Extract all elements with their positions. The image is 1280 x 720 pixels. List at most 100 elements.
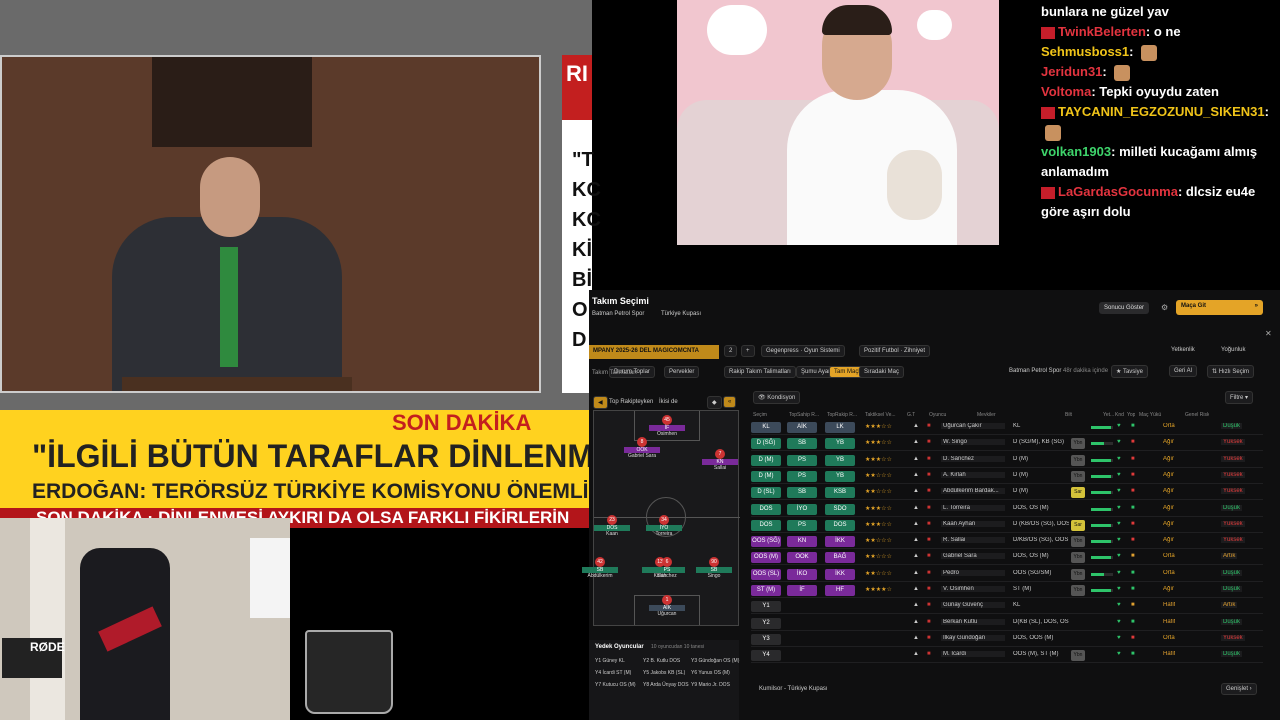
table-row[interactable]: D (SL) SB KSB ★★☆☆☆ ▲ ■ Abdülkerim Bardak... D …	[751, 485, 1263, 501]
pitch-player[interactable]: 23 DOS Kaan	[594, 515, 630, 537]
position-box[interactable]: ST (M)	[751, 585, 781, 596]
player-name[interactable]: V. Osimhen	[941, 586, 1005, 592]
pressing-select[interactable]: Gegenpress · Oyun Sistemi	[761, 345, 845, 357]
role-box[interactable]: YB	[825, 438, 855, 450]
role-box[interactable]: SDO	[825, 503, 855, 515]
column-header[interactable]: G.T	[907, 412, 915, 418]
position-box[interactable]: OOS (SĞ)	[751, 536, 781, 548]
gear-icon[interactable]: ⚙	[1161, 303, 1168, 312]
position-box[interactable]: KL	[751, 422, 781, 433]
table-row[interactable]: ST (M) İF HF ★★★★☆ ▲ ■ V. Osimhen ST (M) Ybn ♥ ■ Ağ…	[751, 583, 1263, 598]
chat-username[interactable]: TwinkBelerten	[1058, 24, 1146, 39]
player-name[interactable]: Gabriel Sara	[941, 553, 1005, 560]
player-name[interactable]: R. Sallai	[941, 537, 1005, 544]
subtab[interactable]: Pervekler	[664, 366, 700, 378]
add-tactic-icon[interactable]: +	[741, 345, 755, 357]
expand-button[interactable]: Genişlet ›	[1221, 683, 1257, 695]
bench-player[interactable]: Y2 B. Kutlu DOS	[643, 658, 680, 664]
bench-player[interactable]: Y9 Mario Jr. DOS	[691, 682, 730, 688]
column-header[interactable]: Mevkiler	[977, 412, 996, 418]
column-header[interactable]: Yet...	[1103, 412, 1114, 418]
role-box[interactable]: SB	[787, 487, 817, 499]
position-box[interactable]: D (M)	[751, 454, 781, 466]
column-header[interactable]: Seçim	[753, 412, 767, 418]
table-row[interactable]: D (M) PS YB ★★☆☆☆ ▲ ■ A. Kirlah D (M) Ybn ♥ ■ Ağır Y…	[751, 469, 1263, 484]
tactic-select[interactable]: MPANY 2025-26 DEL MAGICOMCNTA	[589, 345, 719, 359]
pitch-tab-1[interactable]: Top Rakipteyken	[609, 399, 653, 405]
player-name[interactable]: M. İcardi	[941, 651, 1005, 658]
role-box[interactable]: DOS	[825, 519, 855, 531]
table-row[interactable]: OOS (M) OOK BAĞ ★★☆☆☆ ▲ ■ Gabriel Sara DOS, OS …	[751, 550, 1263, 566]
chat-username[interactable]: TAYCANIN_EGZOZUNU_SIKEN31	[1058, 104, 1265, 119]
player-name[interactable]: D. Sánchez	[941, 455, 1005, 462]
bench-player[interactable]: Y8 Arda Ünyay DOS	[643, 682, 689, 688]
bench-player[interactable]: Y4 İcardi ST (M)	[595, 670, 631, 676]
table-row[interactable]: DOS İYO SDO ★★★☆☆ ▲ ■ L. Torreira DOS, OS (M) ♥ ■…	[751, 502, 1263, 517]
pitch-player[interactable]: 6 PS Sánchez	[649, 557, 685, 579]
bench-player[interactable]: Y3 Gündoğan OS (M)	[691, 658, 739, 664]
role-box[interactable]: SB	[787, 438, 817, 450]
pitch-player[interactable]: 8 OOK Gabriel Sara	[624, 437, 660, 459]
column-header[interactable]: Taktiksel Ve...	[865, 412, 896, 418]
bench-player[interactable]: Y5 Jakobs KB (SL)	[643, 670, 685, 676]
position-box[interactable]: OOS (M)	[751, 552, 781, 564]
player-name[interactable]: Berkan Kutlu	[941, 618, 1005, 625]
role-box[interactable]: İKK	[825, 536, 855, 548]
role-box[interactable]: KSB	[825, 487, 855, 499]
view-select[interactable]: 👁 Kondisyon	[753, 391, 801, 404]
position-box[interactable]: D (M)	[751, 470, 781, 482]
player-name[interactable]: Abdülkerim Bardak...	[941, 488, 1005, 495]
filter-button[interactable]: Filtre ▾	[1225, 391, 1254, 404]
column-header[interactable]: Oyuncu	[929, 412, 946, 418]
pitch-player[interactable]: 45 İF Osimhen	[649, 415, 685, 437]
role-box[interactable]: PS	[787, 519, 817, 531]
bench-player[interactable]: Y1 Güney KL	[595, 658, 625, 664]
role-box[interactable]: İKK	[825, 568, 855, 580]
position-box[interactable]: OOS (SL)	[751, 568, 781, 580]
column-header[interactable]: Maç Yükü	[1139, 412, 1161, 418]
show-result-button[interactable]: Sonucu Göster	[1099, 302, 1150, 314]
role-box[interactable]: İF	[787, 585, 817, 596]
column-header[interactable]: Genel Risk	[1185, 412, 1209, 418]
table-row[interactable]: OOS (SL) İKO İKK ★★☆☆☆ ▲ ■ Pedro OOS (SĞ/SM) Ybn…	[751, 567, 1263, 582]
role-box[interactable]: PS	[787, 454, 817, 466]
pitch-player[interactable]: 7 KN Sallai	[702, 449, 738, 471]
style-select[interactable]: Pozitif Futbol · Zihniyet	[859, 345, 931, 357]
role-box[interactable]: LK	[825, 422, 855, 433]
chat-username[interactable]: volkan1903	[1041, 144, 1111, 159]
bench-player[interactable]: Y6 Yunus OS (M)	[691, 670, 730, 676]
player-name[interactable]: İlkay Gündoğan	[941, 634, 1005, 641]
chat-username[interactable]: Voltoma	[1041, 84, 1091, 99]
quick-select-button[interactable]: ⇅ Hızlı Seçim	[1207, 365, 1255, 378]
position-box[interactable]: D (SL)	[751, 487, 781, 499]
table-row[interactable]: DOS PS DOS ★★★☆☆ ▲ ■ Kaan Ayhan D (KB/OS (SĞ), …	[751, 518, 1263, 533]
position-box[interactable]: Y4	[751, 650, 781, 662]
role-box[interactable]: YB	[825, 470, 855, 482]
table-row[interactable]: Y3 ▲ ■ İlkay Gündoğan DOS, OOS (M) ♥ ■ Orta Yüks…	[751, 632, 1263, 647]
table-row[interactable]: OOS (SĞ) KN İKK ★★☆☆☆ ▲ ■ R. Sallai D/KB/OS (SĞ…	[751, 534, 1263, 550]
pitch-player[interactable]: 1 AİK Uğurcan	[649, 595, 685, 617]
table-row[interactable]: Y2 ▲ ■ Berkan Kutlu D(KB (SL), DOS, OS (M) ♥ ■…	[751, 616, 1263, 631]
player-name[interactable]: Uğurcan Çakır	[941, 423, 1005, 429]
player-name[interactable]: Kaan Ayhan	[941, 520, 1005, 527]
table-row[interactable]: Y1 ▲ ■ Günay Güvenç KL ♥ ■ Hafif Artık	[751, 599, 1263, 615]
column-header[interactable]: Yop	[1127, 412, 1135, 418]
close-icon[interactable]: ✕	[1265, 329, 1272, 338]
subtab[interactable]: Sıradaki Maç	[859, 366, 905, 378]
role-box[interactable]: PS	[787, 470, 817, 482]
pitch-player[interactable]: 34 İYO Torreira	[646, 515, 682, 537]
player-name[interactable]: A. Kirlah	[941, 471, 1005, 478]
position-box[interactable]: DOS	[751, 519, 781, 531]
position-box[interactable]: D (SĞ)	[751, 438, 781, 450]
pitch-option-icon[interactable]: ◆	[707, 396, 722, 409]
column-header[interactable]: TopRakip R...	[827, 412, 857, 418]
table-row[interactable]: D (M) PS YB ★★★☆☆ ▲ ■ D. Sánchez D (M) Ybn ♥ ■ Ağır…	[751, 453, 1263, 468]
chat-username[interactable]: Sehmusboss1	[1041, 44, 1129, 59]
chat-username[interactable]: Jeridun31	[1041, 64, 1102, 79]
role-box[interactable]: İYO	[787, 503, 817, 515]
role-box[interactable]: BAĞ	[825, 552, 855, 564]
column-header[interactable]: Knd	[1115, 412, 1124, 418]
pitch-player[interactable]: 90 SB Singo	[696, 557, 732, 579]
player-name[interactable]: Günay Güvenç	[941, 602, 1005, 609]
position-box[interactable]: Y3	[751, 633, 781, 645]
